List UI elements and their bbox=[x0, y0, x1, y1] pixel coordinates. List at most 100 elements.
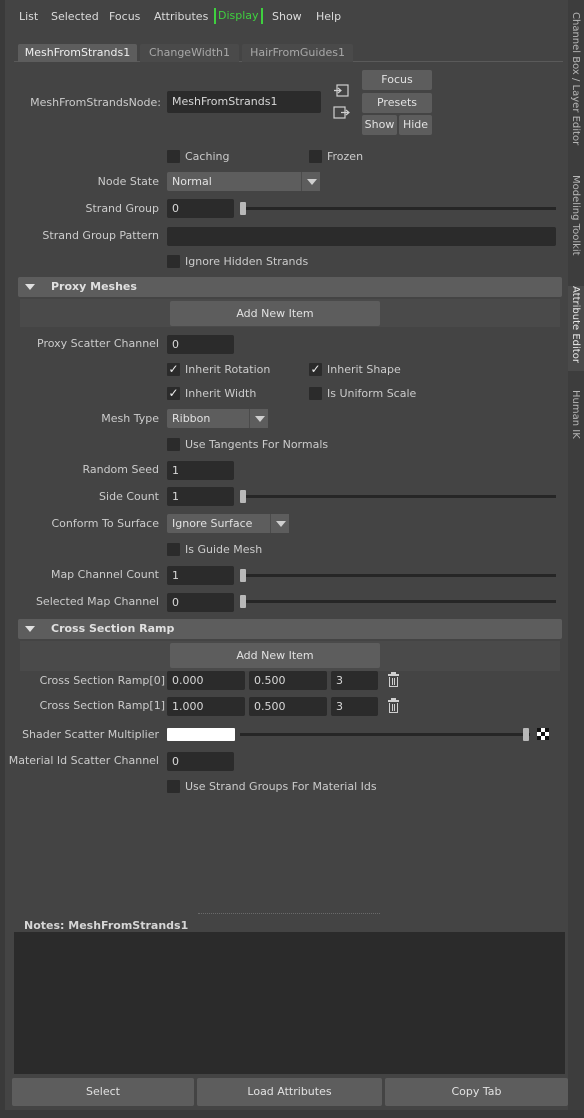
expand-triangle-icon bbox=[25, 284, 35, 290]
ramp-row-0-value[interactable]: 0.500 bbox=[249, 671, 327, 690]
shader-scatter-label: Shader Scatter Multiplier bbox=[22, 728, 159, 741]
ramp-add-new-item-button[interactable]: Add New Item bbox=[170, 643, 380, 668]
menu-list[interactable]: List bbox=[19, 10, 38, 24]
menu-display[interactable]: Display bbox=[214, 8, 263, 24]
copy-tab-button[interactable]: Copy Tab bbox=[385, 1078, 568, 1106]
side-tab-human-ik[interactable]: Human IK bbox=[568, 390, 584, 445]
tab-hairfromguides1[interactable]: HairFromGuides1 bbox=[242, 44, 353, 62]
notes-textarea[interactable] bbox=[14, 932, 565, 1074]
frozen-checkbox[interactable] bbox=[309, 150, 322, 163]
chevron-down-icon bbox=[249, 409, 268, 428]
trash-icon[interactable] bbox=[388, 698, 399, 713]
select-output-icon[interactable] bbox=[333, 106, 350, 119]
strand-group-slider-track[interactable] bbox=[240, 207, 556, 210]
ramp-row-1-value[interactable]: 0.500 bbox=[249, 697, 327, 716]
menu-focus[interactable]: Focus bbox=[109, 10, 140, 24]
proxy-scatter-channel-field[interactable]: 0 bbox=[167, 335, 234, 354]
map-channel-count-slider-track[interactable] bbox=[240, 574, 556, 577]
map-channel-count-slider-handle[interactable] bbox=[240, 569, 246, 582]
presets-button[interactable]: Presets bbox=[362, 93, 432, 113]
conform-dropdown[interactable]: Ignore Surface bbox=[167, 514, 289, 533]
selected-map-channel-slider-handle[interactable] bbox=[240, 595, 246, 608]
selected-map-channel-field[interactable]: 0 bbox=[167, 593, 234, 612]
side-tab-modeling-toolkit[interactable]: Modeling Toolkit bbox=[568, 175, 584, 265]
menu-help[interactable]: Help bbox=[316, 10, 341, 24]
guide-mesh-checkbox[interactable] bbox=[167, 543, 180, 556]
chevron-down-icon bbox=[301, 172, 320, 191]
proxy-scatter-channel-label: Proxy Scatter Channel bbox=[37, 337, 159, 350]
uniform-scale-checkbox[interactable] bbox=[309, 387, 322, 400]
ramp-row-0-label: Cross Section Ramp[0] bbox=[39, 674, 165, 687]
focus-button[interactable]: Focus bbox=[362, 70, 432, 90]
ramp-row-1-label: Cross Section Ramp[1] bbox=[39, 699, 165, 712]
material-id-field[interactable]: 0 bbox=[167, 752, 234, 771]
ignore-hidden-label: Ignore Hidden Strands bbox=[185, 255, 309, 268]
load-attributes-button[interactable]: Load Attributes bbox=[197, 1078, 382, 1106]
proxy-add-new-item-button[interactable]: Add New Item bbox=[170, 301, 380, 326]
inherit-shape-label: Inherit Shape bbox=[327, 363, 401, 376]
conform-label: Conform To Surface bbox=[51, 517, 159, 530]
chevron-down-icon bbox=[270, 514, 289, 533]
inherit-rotation-checkbox[interactable]: ✓ bbox=[167, 363, 180, 376]
use-tangents-checkbox[interactable] bbox=[167, 438, 180, 451]
inherit-width-label: Inherit Width bbox=[185, 387, 257, 400]
random-seed-field[interactable]: 1 bbox=[167, 461, 234, 480]
select-input-icon[interactable] bbox=[333, 84, 350, 97]
inherit-width-checkbox[interactable]: ✓ bbox=[167, 387, 180, 400]
ramp-row-0-interp[interactable]: 3 bbox=[331, 671, 378, 690]
selected-map-channel-label: Selected Map Channel bbox=[35, 595, 159, 608]
tab-changewidth1[interactable]: ChangeWidth1 bbox=[140, 44, 239, 62]
node-name-label: MeshFromStrandsNode: bbox=[30, 96, 161, 109]
menu-show[interactable]: Show bbox=[272, 10, 302, 24]
show-button[interactable]: Show bbox=[362, 115, 397, 135]
map-channel-count-label: Map Channel Count bbox=[50, 568, 159, 581]
tab-meshfromstrands1[interactable]: MeshFromStrands1 bbox=[18, 44, 137, 62]
side-count-field[interactable]: 1 bbox=[167, 487, 234, 506]
proxy-meshes-header[interactable]: Proxy Meshes bbox=[18, 277, 562, 297]
ramp-row-0-position[interactable]: 0.000 bbox=[167, 671, 245, 690]
menu-selected[interactable]: Selected bbox=[51, 10, 99, 24]
strand-groups-material-checkbox[interactable] bbox=[167, 780, 180, 793]
material-id-label: Material Id Scatter Channel bbox=[8, 754, 159, 767]
side-tab-attribute-editor[interactable]: Attribute Editor bbox=[568, 286, 584, 371]
side-count-slider-track[interactable] bbox=[240, 495, 556, 498]
inherit-shape-checkbox[interactable]: ✓ bbox=[309, 363, 322, 376]
node-state-value: Normal bbox=[172, 175, 212, 188]
cross-section-ramp-header[interactable]: Cross Section Ramp bbox=[18, 619, 562, 639]
ignore-hidden-checkbox[interactable] bbox=[167, 255, 180, 268]
shader-scatter-color-swatch[interactable] bbox=[167, 728, 235, 741]
strand-group-slider-handle[interactable] bbox=[240, 202, 246, 215]
uniform-scale-label: Is Uniform Scale bbox=[327, 387, 417, 400]
mesh-type-label: Mesh Type bbox=[101, 412, 159, 425]
shader-scatter-slider-handle[interactable] bbox=[523, 728, 529, 741]
mesh-type-value: Ribbon bbox=[172, 412, 211, 425]
node-name-field[interactable]: MeshFromStrands1 bbox=[167, 91, 321, 113]
mesh-type-dropdown[interactable]: Ribbon bbox=[167, 409, 268, 428]
trash-icon[interactable] bbox=[388, 672, 399, 687]
expand-triangle-icon bbox=[25, 626, 35, 632]
side-tab-channel-box[interactable]: Channel Box / Layer Editor bbox=[568, 12, 584, 160]
node-state-dropdown[interactable]: Normal bbox=[167, 172, 320, 191]
left-edge-strip bbox=[0, 0, 5, 1118]
menu-attributes[interactable]: Attributes bbox=[154, 10, 208, 24]
checker-map-icon[interactable] bbox=[537, 728, 549, 740]
side-count-slider-handle[interactable] bbox=[240, 490, 246, 503]
ramp-row-1-position[interactable]: 1.000 bbox=[167, 697, 245, 716]
ramp-row-1-interp[interactable]: 3 bbox=[331, 697, 378, 716]
random-seed-label: Random Seed bbox=[82, 463, 159, 476]
map-channel-count-field[interactable]: 1 bbox=[167, 566, 234, 585]
strand-group-pattern-label: Strand Group Pattern bbox=[42, 229, 159, 242]
strand-group-field[interactable]: 0 bbox=[167, 199, 234, 218]
proxy-meshes-title: Proxy Meshes bbox=[51, 280, 137, 293]
caching-checkbox[interactable] bbox=[167, 150, 180, 163]
bottom-status-strip bbox=[0, 1110, 584, 1118]
frozen-label: Frozen bbox=[327, 150, 364, 163]
hide-button[interactable]: Hide bbox=[399, 115, 432, 135]
shader-scatter-slider-track[interactable] bbox=[240, 733, 530, 736]
conform-value: Ignore Surface bbox=[172, 517, 253, 530]
strand-group-pattern-field[interactable] bbox=[167, 227, 556, 246]
splitter-handle[interactable] bbox=[198, 913, 380, 915]
inherit-rotation-label: Inherit Rotation bbox=[185, 363, 271, 376]
selected-map-channel-slider-track[interactable] bbox=[240, 600, 556, 603]
select-button[interactable]: Select bbox=[12, 1078, 194, 1106]
